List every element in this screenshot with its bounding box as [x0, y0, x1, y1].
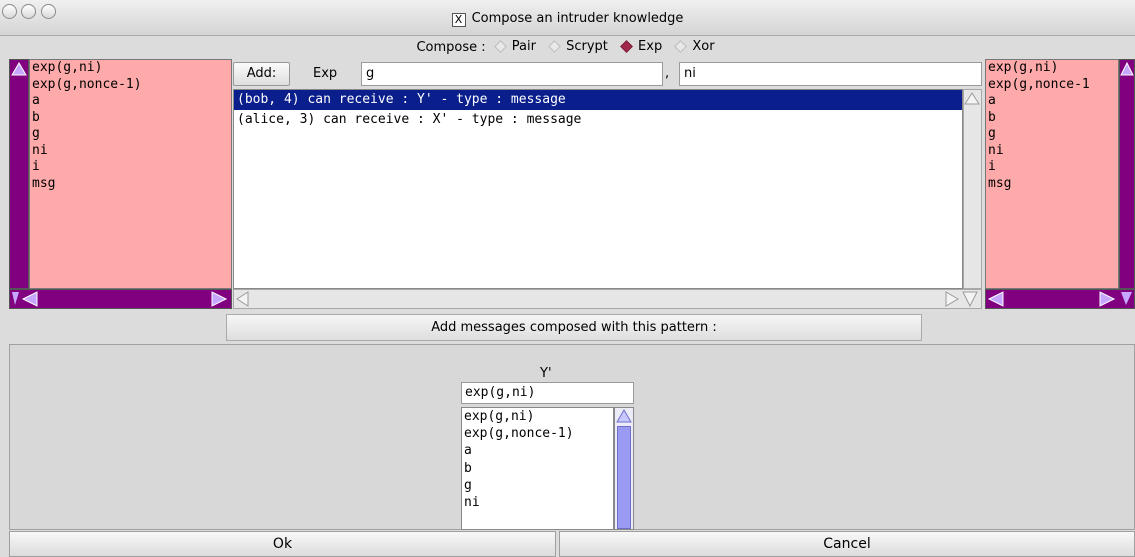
list-item[interactable]: ni: [30, 143, 231, 160]
receivable-messages-list[interactable]: (bob, 4) can receive : Y' - type : messa…: [233, 89, 963, 289]
argument-separator: ,: [665, 66, 670, 81]
scroll-arrows-icon: [236, 291, 978, 308]
radio-exp[interactable]: Exp: [616, 39, 662, 54]
scroll-arrows-icon: [987, 291, 1132, 307]
title-bar: X Compose an intruder knowledge: [0, 0, 1135, 36]
list-item[interactable]: i: [986, 159, 1118, 176]
exp-exponent-field[interactable]: ni: [679, 62, 982, 86]
list-item[interactable]: ni: [462, 494, 613, 511]
list-item[interactable]: exp(g,nonce-1): [462, 425, 613, 442]
list-item[interactable]: exp(g,nonce-1: [986, 77, 1118, 94]
variable-options-vscrollbar[interactable]: [614, 407, 634, 530]
add-button[interactable]: Add:: [233, 62, 290, 86]
scroll-thumb[interactable]: [617, 426, 631, 529]
right-list-hscrollbar[interactable]: [985, 289, 1135, 309]
radio-diamond-icon: [674, 40, 688, 53]
list-item[interactable]: exp(g,nonce-1): [30, 77, 231, 94]
exp-base-field[interactable]: g: [361, 62, 663, 86]
list-item[interactable]: g: [462, 477, 613, 494]
list-item[interactable]: i: [30, 159, 231, 176]
window-title: Compose an intruder knowledge: [471, 11, 684, 26]
list-item[interactable]: ni: [986, 143, 1118, 160]
radio-diamond-selected-icon: [620, 40, 633, 53]
scroll-arrows-icon: [11, 62, 27, 76]
variable-label: Y': [540, 366, 552, 381]
list-item[interactable]: exp(g,ni): [30, 60, 231, 77]
list-item[interactable]: (alice, 3) can receive : X' - type : mes…: [234, 110, 962, 130]
radio-label: Pair: [511, 39, 536, 54]
messages-vscrollbar[interactable]: [963, 89, 982, 289]
operation-label: Exp: [313, 66, 338, 81]
list-item[interactable]: exp(g,ni): [986, 60, 1118, 77]
variable-value-field[interactable]: exp(g,ni): [461, 382, 634, 404]
list-item[interactable]: a: [462, 442, 613, 459]
scroll-arrows-icon: [1120, 61, 1134, 76]
list-item[interactable]: b: [30, 110, 231, 127]
list-item[interactable]: a: [986, 93, 1118, 110]
radio-scrypt[interactable]: Scrypt: [544, 39, 608, 54]
scroll-arrows-icon: [12, 291, 228, 307]
right-list-vscrollbar[interactable]: [1119, 59, 1135, 289]
variable-options-list[interactable]: exp(g,ni) exp(g,nonce-1) a b g ni: [461, 407, 614, 530]
list-item[interactable]: msg: [30, 176, 231, 193]
left-knowledge-list[interactable]: exp(g,ni) exp(g,nonce-1) a b g ni i msg: [29, 59, 232, 289]
scroll-up-arrow-icon: [616, 409, 632, 423]
left-list-hscrollbar[interactable]: [9, 289, 232, 309]
scroll-arrows-icon: [964, 92, 980, 105]
ok-button[interactable]: Ok: [9, 531, 556, 557]
list-item[interactable]: g: [30, 126, 231, 143]
list-item[interactable]: (bob, 4) can receive : Y' - type : messa…: [234, 90, 962, 110]
x11-app-icon: X: [451, 13, 466, 27]
radio-label: Xor: [692, 39, 715, 54]
right-knowledge-list[interactable]: exp(g,ni) exp(g,nonce-1 a b g ni i msg: [985, 59, 1119, 289]
list-item[interactable]: g: [986, 126, 1118, 143]
list-item[interactable]: b: [462, 460, 613, 477]
compose-radio-group: Compose : Pair Scrypt Exp Xor: [0, 39, 1135, 57]
radio-label: Exp: [638, 39, 663, 54]
list-item[interactable]: msg: [986, 176, 1118, 193]
compose-label: Compose :: [416, 40, 486, 55]
messages-hscrollbar[interactable]: [233, 289, 982, 309]
radio-diamond-icon: [548, 40, 561, 53]
radio-pair[interactable]: Pair: [490, 39, 536, 54]
add-pattern-messages-button[interactable]: Add messages composed with this pattern …: [226, 314, 922, 341]
radio-xor[interactable]: Xor: [670, 39, 715, 54]
left-list-vscrollbar[interactable]: [9, 59, 29, 289]
cancel-button[interactable]: Cancel: [559, 531, 1135, 557]
radio-diamond-icon: [493, 40, 507, 53]
window-title-wrap: X Compose an intruder knowledge: [0, 11, 1135, 27]
list-item[interactable]: a: [30, 93, 231, 110]
radio-label: Scrypt: [566, 39, 608, 54]
list-item[interactable]: exp(g,ni): [462, 408, 613, 425]
list-item[interactable]: b: [986, 110, 1118, 127]
